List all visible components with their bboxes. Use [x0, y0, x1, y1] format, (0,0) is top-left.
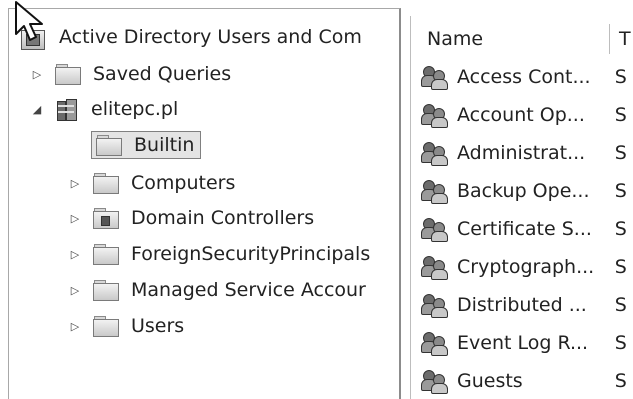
column-header-row: Name T [411, 22, 633, 56]
list-item-type: S [614, 66, 627, 88]
list-item[interactable]: Distributed ... S [411, 289, 633, 321]
expand-arrow-icon[interactable]: ▷ [67, 210, 83, 226]
tree-item-label: Domain Controllers [131, 207, 315, 229]
tree-item-foreign-security-principals[interactable]: ▷ ForeignSecurityPrincipals [67, 238, 370, 270]
tree-root-label: Active Directory Users and Com [59, 26, 362, 48]
list-item-type: S [614, 370, 627, 392]
mouse-pointer-icon [15, 1, 43, 41]
tree-item-label: ForeignSecurityPrincipals [131, 243, 371, 265]
list-item-type: S [614, 294, 627, 316]
tree-item-users[interactable]: ▷ Users [67, 310, 184, 342]
tree-item-label: elitepc.pl [91, 98, 179, 120]
column-header-type[interactable]: T [610, 28, 631, 50]
expand-arrow-icon[interactable]: ▷ [67, 175, 83, 191]
security-group-icon [421, 141, 449, 166]
security-group-icon [421, 217, 449, 242]
details-list[interactable]: Name T Access Cont... S Account Op... S … [410, 16, 633, 399]
list-item-name: Cryptograph... [457, 256, 595, 278]
folder-icon [93, 280, 119, 301]
security-group-icon [421, 331, 449, 356]
folder-icon [96, 135, 122, 156]
column-header-name[interactable]: Name [411, 28, 609, 50]
list-item-name: Distributed ... [457, 294, 587, 316]
organizational-unit-icon [93, 208, 119, 229]
list-item-type: S [614, 218, 627, 240]
list-item-name: Access Cont... [457, 66, 591, 88]
list-item-name: Backup Ope... [457, 180, 590, 202]
folder-icon [55, 64, 81, 85]
expand-arrow-icon[interactable]: ▷ [67, 318, 83, 334]
list-item-type: S [614, 332, 627, 354]
expand-arrow-icon[interactable]: ▷ [67, 282, 83, 298]
tree-item-label: Managed Service Accour [131, 279, 366, 301]
folder-icon [93, 244, 119, 265]
list-item[interactable]: Backup Ope... S [411, 175, 633, 207]
list-item-name: Certificate S... [457, 218, 592, 240]
list-item-name: Account Op... [457, 104, 585, 126]
list-item[interactable]: Guests S [411, 365, 633, 397]
tree-item-domain[interactable]: ◢ elitepc.pl [29, 93, 178, 125]
list-item-name: Guests [457, 370, 523, 392]
security-group-icon [421, 179, 449, 204]
tree-item-computers[interactable]: ▷ Computers [67, 167, 235, 199]
security-group-icon [421, 103, 449, 128]
expand-arrow-icon[interactable]: ▷ [29, 66, 45, 82]
folder-icon [93, 316, 119, 337]
list-item-name: Event Log R... [457, 332, 589, 354]
tree-item-label: Saved Queries [93, 63, 232, 85]
list-item-type: S [614, 142, 627, 164]
tree-item-label: Builtin [134, 134, 195, 156]
list-item[interactable]: Cryptograph... S [411, 251, 633, 283]
security-group-icon [421, 65, 449, 90]
list-item-type: S [614, 104, 627, 126]
list-item-name: Administrat... [457, 142, 586, 164]
console-tree[interactable]: Active Directory Users and Com ▷ Saved Q… [8, 8, 401, 399]
list-item[interactable]: Event Log R... S [411, 327, 633, 359]
list-item-type: S [614, 256, 627, 278]
tree-item-domain-controllers[interactable]: ▷ Domain Controllers [67, 202, 314, 234]
list-item[interactable]: Account Op... S [411, 99, 633, 131]
list-item[interactable]: Certificate S... S [411, 213, 633, 245]
tree-item-saved-queries[interactable]: ▷ Saved Queries [29, 58, 231, 90]
list-item[interactable]: Access Cont... S [411, 61, 633, 93]
ad-users-computers-window: Active Directory Users and Com ▷ Saved Q… [0, 0, 633, 399]
folder-icon [93, 173, 119, 194]
security-group-icon [421, 255, 449, 280]
list-item[interactable]: Administrat... S [411, 137, 633, 169]
tree-item-builtin[interactable]: Builtin [91, 129, 202, 161]
tree-item-label: Computers [131, 172, 236, 194]
tree-root[interactable]: Active Directory Users and Com [19, 21, 362, 53]
security-group-icon [421, 293, 449, 318]
list-item-type: S [614, 180, 627, 202]
tree-item-managed-service-accounts[interactable]: ▷ Managed Service Accour [67, 274, 366, 306]
collapse-arrow-icon[interactable]: ◢ [29, 101, 45, 117]
domain-icon [55, 97, 79, 121]
security-group-icon [421, 369, 449, 394]
expand-arrow-icon[interactable]: ▷ [67, 246, 83, 262]
tree-item-label: Users [131, 315, 185, 337]
selected-node[interactable]: Builtin [91, 131, 202, 159]
